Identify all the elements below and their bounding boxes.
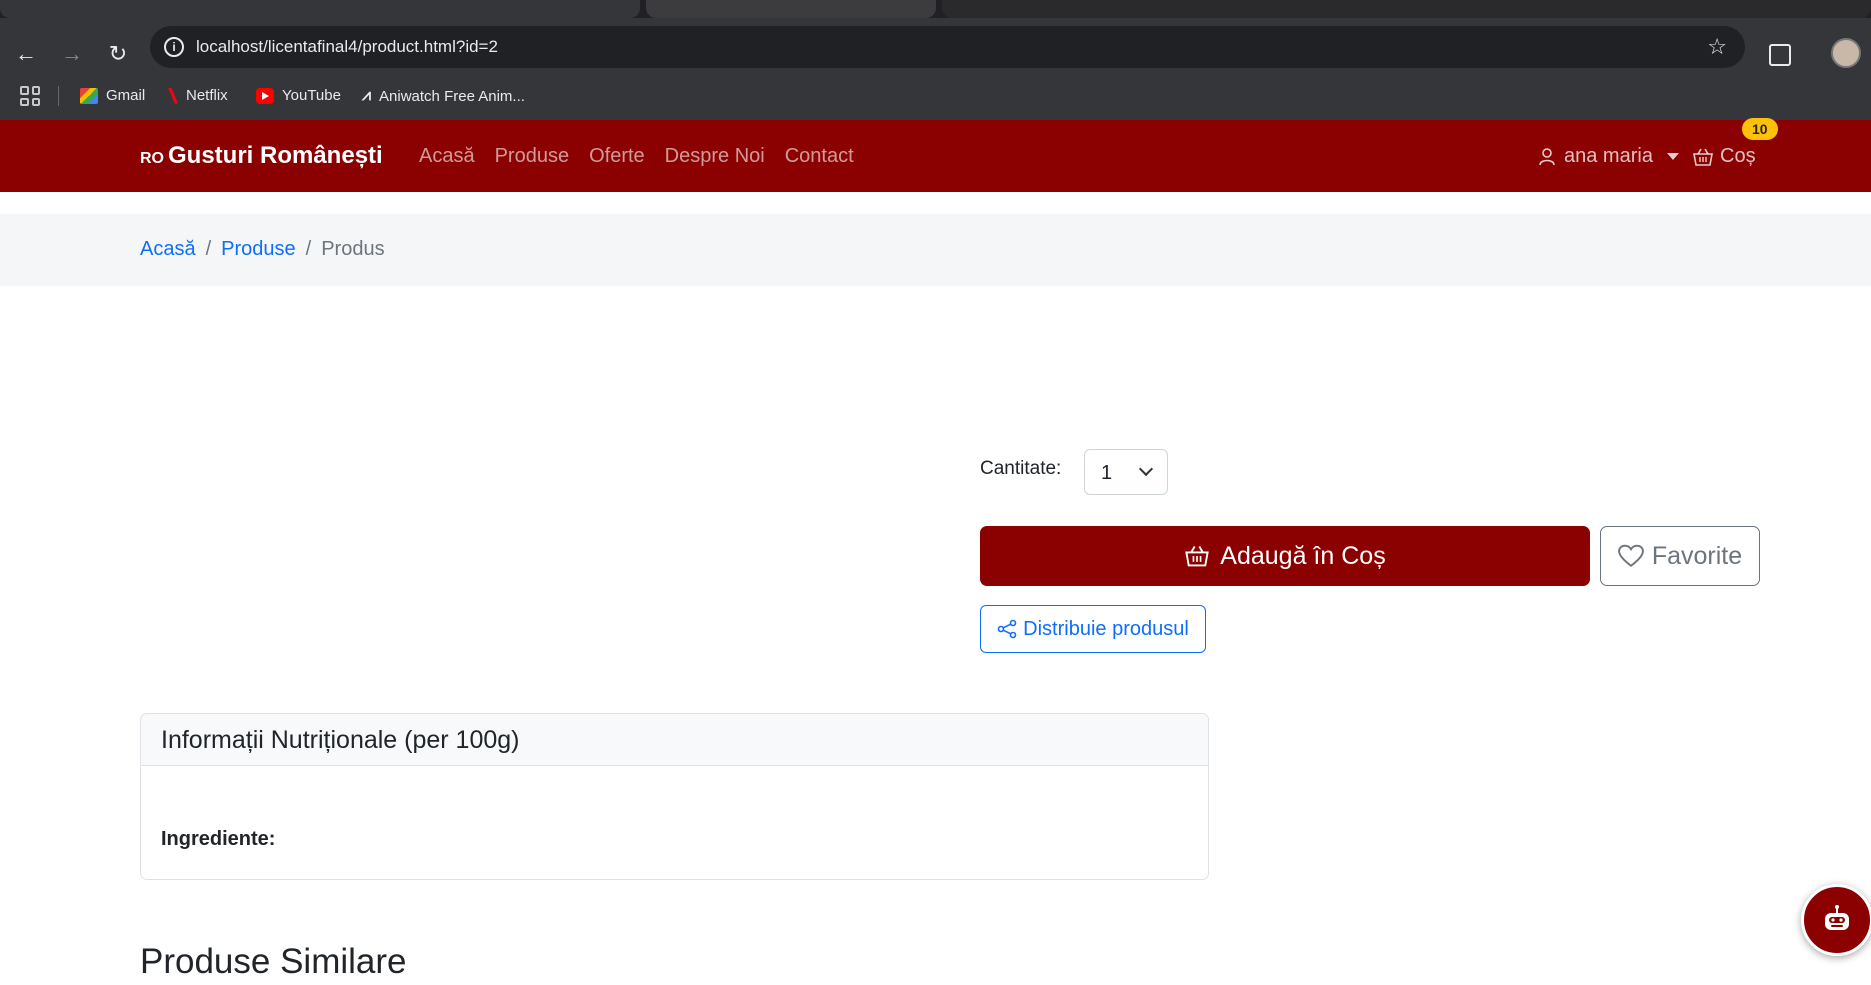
breadcrumb-separator: /	[305, 238, 312, 260]
bookmark-aniwatch[interactable]: ⩘ Aniwatch Free Anim...	[362, 87, 525, 105]
basket-icon	[1185, 546, 1210, 567]
cart-count-badge: 10	[1742, 118, 1778, 140]
heart-icon	[1617, 544, 1644, 567]
bookmark-label: YouTube	[282, 87, 341, 104]
back-arrow-icon[interactable]: ←	[12, 40, 40, 68]
reload-icon[interactable]: ↻	[104, 40, 132, 68]
bookmark-gmail[interactable]: Gmail	[80, 87, 145, 104]
breadcrumb-bar: Acasă / Produse / Produs	[0, 214, 1871, 286]
chevron-down-icon	[1138, 461, 1154, 477]
bookmark-label: Aniwatch Free Anim...	[379, 87, 525, 105]
add-to-cart-label: Adaugă în Coș	[1220, 541, 1386, 570]
cart-link[interactable]: Coș	[1692, 145, 1756, 168]
brand-name: Gusturi Românești	[168, 142, 383, 169]
site-navbar: RO Gusturi Românești Acasă Produse Oferte…	[0, 120, 1871, 192]
brand-prefix: RO	[140, 150, 164, 167]
forward-arrow-icon[interactable]: →	[58, 40, 86, 68]
breadcrumb-current: Produs	[321, 238, 385, 260]
bookmark-netflix[interactable]: Netflix	[168, 87, 228, 104]
browser-tab[interactable]	[0, 0, 640, 18]
quantity-value: 1	[1101, 462, 1113, 484]
breadcrumb-separator: /	[205, 238, 212, 260]
bookmark-label: Gmail	[106, 87, 146, 104]
browser-tab-active[interactable]	[646, 0, 936, 18]
nutrition-card-title: Informații Nutriționale (per 100g)	[141, 714, 1208, 766]
share-button[interactable]: Distribuie produsul	[980, 605, 1206, 653]
user-dropdown[interactable]: ana maria	[1538, 145, 1679, 168]
nav-link-about[interactable]: Despre Noi	[665, 145, 765, 168]
aniwatch-icon: ⩘	[362, 87, 372, 104]
url-text[interactable]: localhost/licentafinal4/product.html?id=…	[196, 37, 498, 57]
breadcrumb: Acasă / Produse / Produs	[140, 238, 385, 261]
robot-icon	[1825, 905, 1849, 930]
cart-label: Coș	[1720, 145, 1756, 167]
browser-tab-strip	[0, 0, 1871, 18]
profile-avatar[interactable]	[1831, 38, 1861, 68]
bookmark-star-icon[interactable]: ☆	[1707, 34, 1727, 60]
nav-link-contact[interactable]: Contact	[785, 145, 854, 168]
apps-grid-icon[interactable]	[20, 86, 40, 106]
bookmark-label: Netflix	[186, 87, 228, 104]
share-label: Distribuie produsul	[1023, 617, 1189, 640]
nav-link-products[interactable]: Produse	[495, 145, 570, 168]
bookmark-youtube[interactable]: YouTube	[256, 87, 341, 104]
quantity-select[interactable]: 1	[1084, 449, 1168, 495]
extensions-icon[interactable]	[1769, 44, 1791, 66]
chatbot-button[interactable]	[1801, 884, 1871, 956]
breadcrumb-products[interactable]: Produse	[221, 238, 296, 261]
netflix-icon	[168, 87, 178, 104]
brand-logo[interactable]: RO Gusturi Românești	[140, 142, 383, 170]
quantity-label: Cantitate:	[980, 458, 1062, 479]
nav-link-home[interactable]: Acasă	[419, 145, 475, 168]
share-icon	[997, 619, 1017, 639]
add-to-cart-button[interactable]: Adaugă în Coș	[980, 526, 1590, 586]
bookmarks-divider	[58, 86, 59, 106]
favorite-label: Favorite	[1651, 541, 1743, 570]
gmail-icon	[80, 87, 98, 104]
bookmarks-bar: Gmail Netflix YouTube ⩘ Aniwatch Free An…	[0, 82, 1871, 112]
address-bar[interactable]: i localhost/licentafinal4/product.html?i…	[150, 26, 1745, 68]
similar-products-heading: Produse Similare	[140, 942, 407, 981]
nav-link-offers[interactable]: Oferte	[589, 145, 645, 168]
basket-icon	[1693, 148, 1713, 166]
browser-toolbar: ← → ↻ i localhost/licentafinal4/product.…	[0, 18, 1871, 120]
user-name: ana maria	[1564, 145, 1653, 167]
nav-links: Acasă Produse Oferte Despre Noi Contact	[419, 145, 854, 168]
browser-tab-area	[942, 0, 1871, 18]
nutrition-card: Informații Nutriționale (per 100g) Ingre…	[140, 713, 1209, 880]
nutrition-card-body	[141, 766, 1208, 806]
ingredients-label: Ingrediente:	[161, 828, 276, 850]
user-icon	[1539, 147, 1555, 165]
breadcrumb-home[interactable]: Acasă	[140, 238, 196, 261]
favorite-button[interactable]: Favorite	[1600, 526, 1760, 586]
youtube-icon	[256, 87, 274, 104]
site-info-icon[interactable]: i	[164, 37, 184, 57]
chevron-down-icon	[1666, 153, 1679, 160]
